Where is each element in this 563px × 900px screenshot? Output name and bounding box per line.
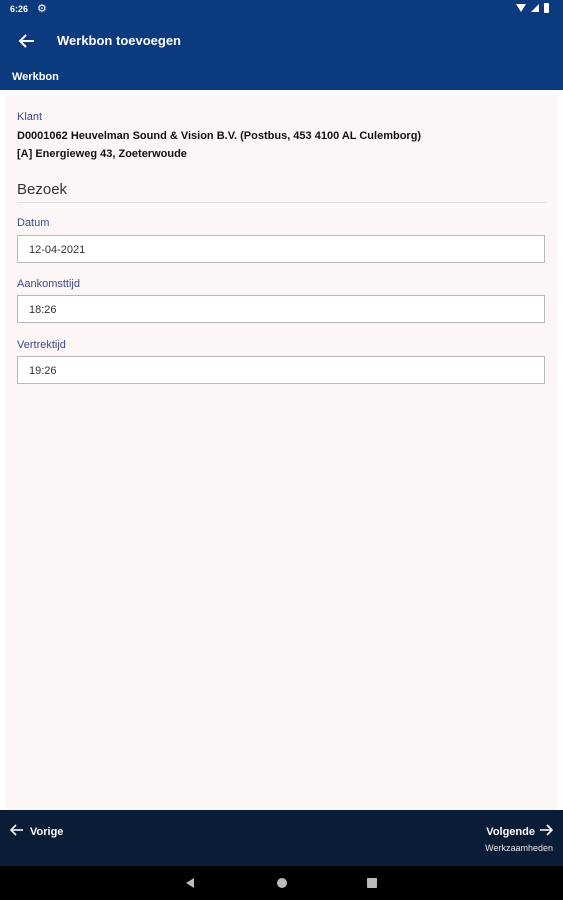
status-bar: 6:26 ⚙: [0, 0, 563, 18]
bezoek-heading: Bezoek: [17, 181, 68, 198]
vertrektijd-field[interactable]: 19:26: [17, 356, 545, 384]
klant-address: [A] Energieweg 43, Zoeterwoude: [17, 148, 187, 160]
bottom-nav-bar: Vorige Volgende Werkzaamheden: [0, 810, 563, 866]
arrow-left-icon: [9, 824, 24, 839]
system-nav-bar: [0, 866, 563, 900]
section-header: Werkbon: [0, 64, 563, 90]
previous-label: Vorige: [30, 825, 64, 838]
aankomsttijd-field[interactable]: 18:26: [17, 295, 545, 323]
section-title: Werkbon: [12, 71, 59, 83]
aankomsttijd-label: Aankomsttijd: [17, 278, 80, 290]
next-button[interactable]: Volgende Werkzaamheden: [485, 824, 554, 853]
vertrektijd-label: Vertrektijd: [17, 339, 66, 351]
nav-back-icon[interactable]: [186, 878, 194, 888]
status-icons: [516, 3, 549, 13]
wifi-icon: [516, 4, 526, 12]
klant-name: D0001062 Heuvelman Sound & Vision B.V. (…: [17, 130, 422, 142]
datum-field[interactable]: 12-04-2021: [17, 235, 545, 263]
page-title: Werkbon toevoegen: [57, 33, 182, 48]
klant-label: Klant: [17, 111, 43, 123]
next-label: Volgende: [486, 825, 535, 838]
next-sublabel: Werkzaamheden: [485, 843, 553, 853]
arrow-back-icon[interactable]: [16, 30, 38, 52]
divider: [17, 202, 547, 203]
app-bar: Werkbon toevoegen: [0, 18, 563, 64]
status-time: 6:26: [10, 4, 29, 14]
signal-icon: [531, 4, 539, 12]
settings-icon: ⚙: [37, 3, 47, 15]
battery-icon: [544, 3, 549, 13]
previous-button[interactable]: Vorige: [9, 824, 64, 839]
datum-label: Datum: [17, 217, 50, 229]
nav-home-icon[interactable]: [277, 878, 287, 888]
form-content: Klant D0001062 Heuvelman Sound & Vision …: [6, 95, 557, 810]
nav-recents-icon[interactable]: [367, 878, 377, 888]
arrow-right-icon: [539, 824, 554, 839]
